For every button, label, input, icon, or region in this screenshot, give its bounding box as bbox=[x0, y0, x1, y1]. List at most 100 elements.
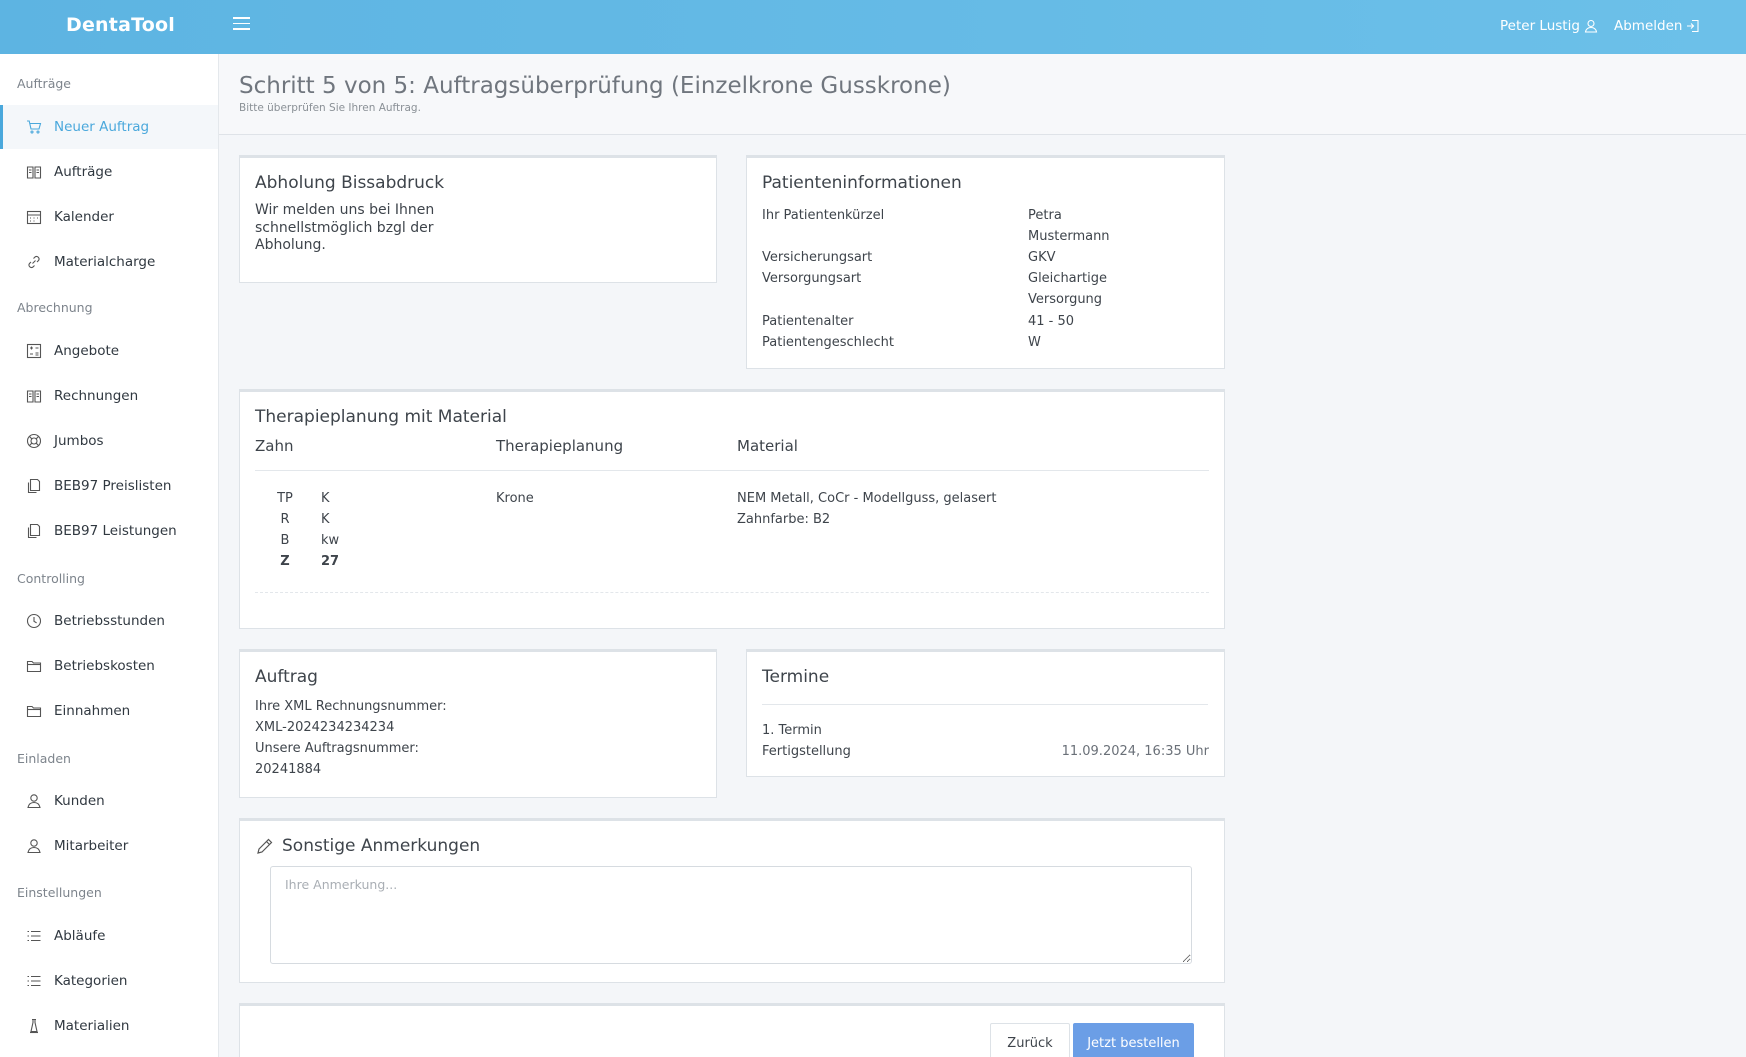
divider bbox=[255, 592, 1209, 593]
divider bbox=[762, 704, 1208, 705]
user-menu[interactable]: Peter Lustig bbox=[1500, 18, 1598, 34]
link-icon bbox=[25, 253, 43, 271]
sidebar-item-label: Rechnungen bbox=[54, 388, 139, 404]
cart-icon bbox=[25, 118, 43, 136]
tooth-value: kw bbox=[321, 533, 340, 548]
sidebar-item-label: Jumbos bbox=[54, 433, 104, 449]
tooth-value: K bbox=[321, 491, 330, 506]
logout-icon bbox=[1687, 19, 1700, 33]
tooth-key: TP bbox=[277, 491, 293, 506]
calendar-icon bbox=[25, 208, 43, 226]
patient-label: Patientengeschlecht bbox=[762, 335, 895, 350]
sidebar-item-invoices[interactable]: Rechnungen bbox=[0, 374, 218, 418]
patient-label: Patientenalter bbox=[762, 314, 854, 329]
clock-icon bbox=[25, 612, 43, 630]
flask-icon bbox=[25, 1017, 43, 1035]
completion-label: Fertigstellung bbox=[762, 744, 851, 759]
sidebar-item-customers[interactable]: Kunden bbox=[0, 779, 218, 823]
sidebar-item-income[interactable]: Einnahmen bbox=[0, 689, 218, 733]
column-header-material: Material bbox=[737, 437, 798, 455]
patient-label: Ihr Patientenkürzel bbox=[762, 208, 885, 223]
list-icon bbox=[25, 972, 43, 990]
user-icon bbox=[25, 837, 43, 855]
top-bar: DentaTool Peter Lustig Abmelden bbox=[0, 0, 1746, 54]
patient-value: Gleichartige Versorgung bbox=[1028, 271, 1107, 307]
back-button[interactable]: Zurück bbox=[990, 1023, 1070, 1057]
order-now-button[interactable]: Jetzt bestellen bbox=[1073, 1023, 1194, 1057]
logout-button[interactable]: Abmelden bbox=[1614, 18, 1700, 34]
sidebar-item-beb97-pricelists[interactable]: BEB97 Preislisten bbox=[0, 464, 218, 508]
sidebar-item-beb97-services[interactable]: BEB97 Leistungen bbox=[0, 509, 218, 553]
actions-card: Zurück Jetzt bestellen bbox=[239, 1003, 1225, 1057]
patient-value: GKV bbox=[1028, 250, 1056, 265]
therapy-title: Therapieplanung mit Material bbox=[255, 407, 507, 427]
patient-title: Patienteninformationen bbox=[762, 173, 962, 193]
notes-textarea[interactable] bbox=[270, 866, 1192, 964]
sidebar-section-controlling: Controlling bbox=[17, 571, 85, 586]
sidebar-item-material-batch[interactable]: Materialcharge bbox=[0, 240, 218, 284]
list-icon bbox=[25, 927, 43, 945]
user-icon bbox=[1584, 19, 1598, 33]
dates-title: Termine bbox=[762, 667, 830, 687]
page-subtitle: Bitte überprüfen Sie Ihren Auftrag. bbox=[239, 102, 421, 114]
lifebuoy-icon bbox=[25, 432, 43, 450]
column-header-tooth: Zahn bbox=[255, 437, 294, 455]
sidebar-item-orders[interactable]: Aufträge bbox=[0, 150, 218, 194]
tooth-key: R bbox=[280, 512, 290, 527]
appointment-label: 1. Termin bbox=[762, 723, 822, 738]
sidebar-item-label: Kalender bbox=[54, 209, 114, 225]
sidebar-section-invite: Einladen bbox=[17, 751, 71, 766]
sidebar-item-label: Betriebskosten bbox=[54, 658, 155, 674]
sidebar-section-settings: Einstellungen bbox=[17, 885, 102, 900]
material-info: NEM Metall, CoCr - Modellguss, gelasert … bbox=[737, 491, 997, 527]
order-details: Ihre XML Rechnungsnummer: XML-2024234234… bbox=[255, 699, 447, 777]
brand-logo[interactable]: DentaTool bbox=[66, 14, 175, 36]
user-name: Peter Lustig bbox=[1500, 18, 1580, 34]
order-card: Auftrag Ihre XML Rechnungsnummer: XML-20… bbox=[239, 649, 717, 798]
menu-toggle-icon[interactable] bbox=[233, 17, 250, 31]
sidebar-item-categories[interactable]: Kategorien bbox=[0, 959, 218, 1003]
patient-value: 41 - 50 bbox=[1028, 314, 1075, 329]
sidebar-item-materials[interactable]: Materialien bbox=[0, 1004, 218, 1048]
dates-card: Termine 1. Termin Fertigstellung 11.09.2… bbox=[746, 649, 1225, 777]
sidebar-item-label: Betriebsstunden bbox=[54, 613, 165, 629]
patient-label: Versorgungsart bbox=[762, 271, 862, 286]
therapy-plan: Krone bbox=[496, 491, 534, 506]
tooth-value: 27 bbox=[321, 554, 340, 569]
book-icon bbox=[25, 163, 43, 181]
tooth-key: B bbox=[280, 533, 290, 548]
copy-icon bbox=[25, 522, 43, 540]
sidebar-item-new-order[interactable]: Neuer Auftrag bbox=[0, 105, 218, 149]
sidebar-item-jumbos[interactable]: Jumbos bbox=[0, 419, 218, 463]
completion-date: 11.09.2024, 16:35 Uhr bbox=[1061, 744, 1209, 759]
pickup-card: Abholung Bissabdruck Wir melden uns bei … bbox=[239, 155, 717, 283]
sidebar: Aufträge Neuer Auftrag Aufträge Kalender… bbox=[0, 54, 219, 1057]
sidebar-item-offers[interactable]: Angebote bbox=[0, 329, 218, 373]
pickup-text: Wir melden uns bei Ihnen schnellstmöglic… bbox=[255, 202, 435, 253]
sidebar-item-label: Angebote bbox=[54, 343, 120, 359]
sidebar-item-operating-costs[interactable]: Betriebskosten bbox=[0, 644, 218, 688]
order-title: Auftrag bbox=[255, 667, 318, 687]
sidebar-item-operating-hours[interactable]: Betriebsstunden bbox=[0, 599, 218, 643]
sidebar-item-label: Materialcharge bbox=[54, 254, 156, 270]
notes-card: Sonstige Anmerkungen bbox=[239, 818, 1225, 983]
sidebar-section-orders: Aufträge bbox=[17, 76, 71, 91]
sidebar-section-billing: Abrechnung bbox=[17, 300, 93, 315]
tooth-key: Z bbox=[280, 554, 290, 569]
logout-label: Abmelden bbox=[1614, 18, 1683, 34]
sidebar-item-workflows[interactable]: Abläufe bbox=[0, 914, 218, 958]
sidebar-item-label: Mitarbeiter bbox=[54, 838, 129, 854]
notes-title: Sonstige Anmerkungen bbox=[282, 836, 481, 856]
page-header: Schritt 5 von 5: Auftragsüberprüfung (Ei… bbox=[219, 54, 1746, 135]
sidebar-item-calendar[interactable]: Kalender bbox=[0, 195, 218, 239]
user-icon bbox=[25, 792, 43, 810]
folder-icon bbox=[25, 657, 43, 675]
patient-label: Versicherungsart bbox=[762, 250, 873, 265]
column-header-therapy: Therapieplanung bbox=[496, 437, 624, 455]
pencil-icon bbox=[257, 838, 273, 854]
pickup-title: Abholung Bissabdruck bbox=[255, 173, 445, 193]
sidebar-item-label: Materialien bbox=[54, 1018, 130, 1034]
sidebar-item-employees[interactable]: Mitarbeiter bbox=[0, 824, 218, 868]
sidebar-item-label: Einnahmen bbox=[54, 703, 131, 719]
page-title: Schritt 5 von 5: Auftragsüberprüfung (Ei… bbox=[239, 73, 951, 99]
